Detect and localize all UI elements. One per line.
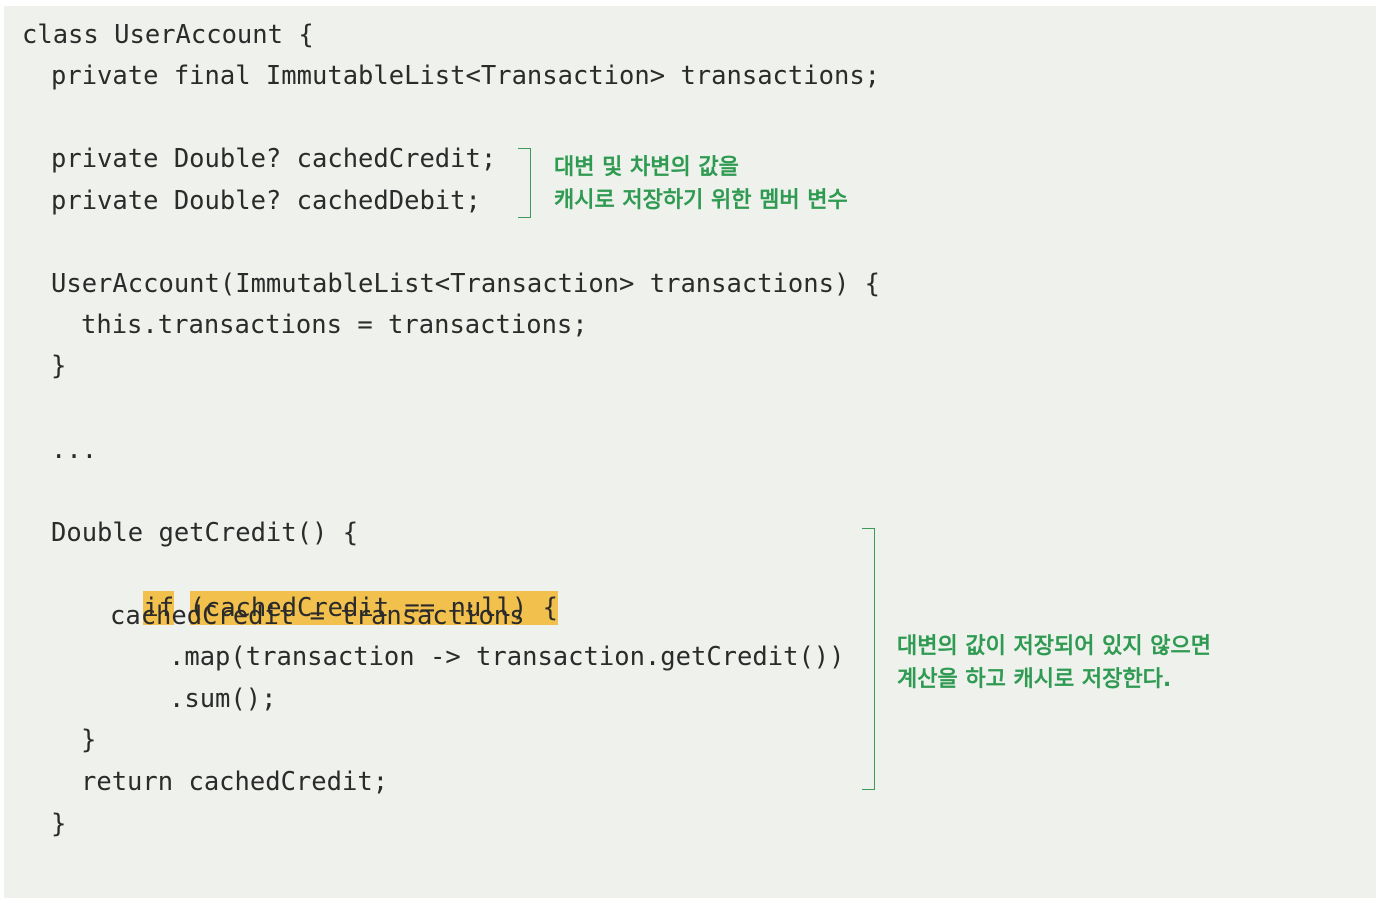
code-line-assign-credit: cachedCredit = transactions [110, 601, 525, 631]
code-line-sum-call: .sum(); [169, 684, 277, 714]
code-listing-panel: class UserAccount { private final Immuta… [4, 6, 1376, 898]
code-line-ellipsis: ... [51, 435, 98, 465]
cache-fields-bracket [518, 148, 531, 218]
code-line-constructor-close: } [51, 351, 67, 381]
get-credit-bracket [862, 528, 875, 790]
cache-fields-annotation-line1: 대변 및 차변의 값을 [554, 155, 739, 180]
get-credit-annotation-line1: 대변의 값이 저장되어 있지 않으면 [897, 634, 1211, 659]
code-line-return: return cachedCredit; [81, 767, 389, 797]
code-line-constructor: UserAccount(ImmutableList<Transaction> t… [51, 269, 881, 299]
code-line-method-close: } [51, 809, 67, 839]
code-line-class-decl: class UserAccount { [22, 20, 314, 50]
code-line-map-call: .map(transaction -> transaction.getCredi… [169, 642, 845, 672]
code-line-constructor-body: this.transactions = transactions; [81, 310, 588, 340]
code-line-cached-credit-field: private Double? cachedCredit; [51, 144, 497, 174]
get-credit-annotation-line2: 계산을 하고 캐시로 저장한다. [897, 667, 1172, 692]
code-line-transactions-field: private final ImmutableList<Transaction>… [51, 61, 881, 91]
code-line-cached-debit-field: private Double? cachedDebit; [51, 186, 481, 216]
code-line-if-close: } [81, 725, 97, 755]
code-line-get-credit-decl: Double getCredit() { [51, 518, 359, 548]
cache-fields-annotation-line2: 캐시로 저장하기 위한 멤버 변수 [554, 188, 848, 213]
